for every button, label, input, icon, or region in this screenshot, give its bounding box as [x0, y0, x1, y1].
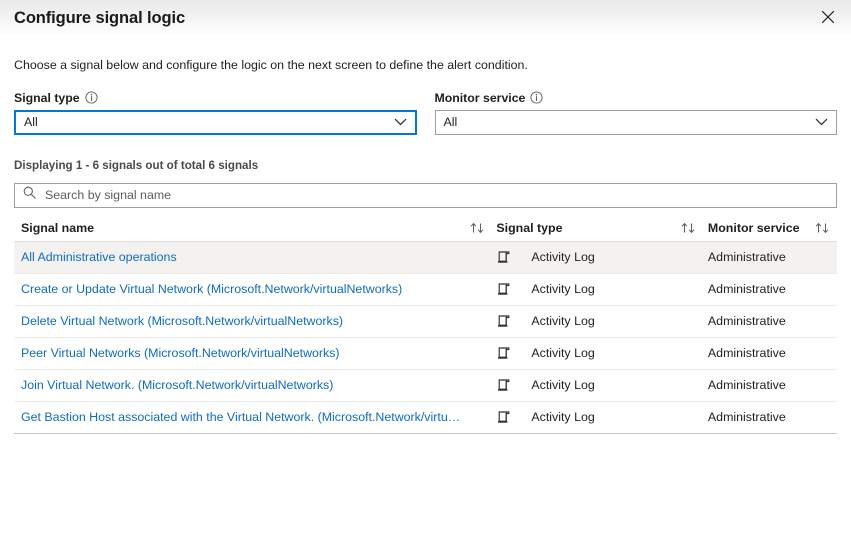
table-row[interactable]: Join Virtual Network. (Microsoft.Network… — [14, 370, 837, 402]
table-row[interactable]: Create or Update Virtual Network (Micros… — [14, 274, 837, 306]
monitor-service-cell: Administrative — [703, 282, 808, 296]
search-icon — [23, 186, 36, 204]
search-input[interactable] — [43, 187, 828, 204]
column-header-monitor-service[interactable]: Monitor service — [703, 221, 808, 235]
monitor-service-field: Monitor service All — [434, 90, 838, 135]
monitor-service-dropdown[interactable]: All — [434, 109, 837, 135]
table-row[interactable]: Peer Virtual Networks (Microsoft.Network… — [14, 338, 837, 370]
signal-type-cell: Activity Log — [492, 409, 674, 425]
signal-type-cell: Activity Log — [492, 281, 674, 297]
column-header-signal-name[interactable]: Signal name — [14, 221, 464, 235]
monitor-service-value: All — [443, 115, 458, 130]
signal-name-link[interactable]: All Administrative operations — [21, 250, 464, 264]
signal-name-cell: Get Bastion Host associated with the Vir… — [14, 410, 464, 424]
blade-body: Choose a signal below and configure the … — [0, 57, 851, 434]
signal-type-label: Signal type — [14, 90, 80, 105]
signal-type-field: Signal type All — [14, 90, 417, 135]
page-title: Configure signal logic — [14, 9, 186, 27]
info-icon[interactable] — [530, 91, 543, 104]
table-row[interactable]: Get Bastion Host associated with the Vir… — [14, 402, 837, 434]
signal-type-cell: Activity Log — [492, 377, 674, 393]
activity-log-icon — [496, 345, 512, 361]
signal-type-text: Activity Log — [531, 346, 595, 361]
signal-name-link[interactable]: Peer Virtual Networks (Microsoft.Network… — [21, 346, 464, 360]
signal-name-link[interactable]: Get Bastion Host associated with the Vir… — [21, 410, 464, 424]
signals-table: Signal name Signal type Monitor service … — [14, 216, 837, 434]
monitor-service-text: Administrative — [707, 314, 786, 329]
signal-name-cell: Join Virtual Network. (Microsoft.Network… — [14, 378, 464, 392]
search-box[interactable] — [14, 182, 837, 208]
signal-type-text: Activity Log — [531, 410, 595, 425]
sort-signal-name-button[interactable] — [464, 222, 493, 234]
signal-name-link[interactable]: Delete Virtual Network (Microsoft.Networ… — [21, 314, 464, 328]
signal-type-text: Activity Log — [531, 378, 595, 393]
monitor-service-text: Administrative — [707, 378, 786, 393]
sort-ascending-descending-icon — [814, 222, 832, 234]
monitor-service-cell: Administrative — [703, 250, 808, 264]
filter-row: Signal type All Monitor service All — [14, 90, 837, 135]
activity-log-icon — [496, 281, 512, 297]
activity-log-icon — [496, 409, 512, 425]
signal-name-link[interactable]: Join Virtual Network. (Microsoft.Network… — [21, 378, 464, 392]
sort-ascending-descending-icon — [469, 222, 487, 234]
close-button[interactable] — [813, 3, 843, 33]
monitor-service-text: Administrative — [707, 410, 786, 425]
intro-text: Choose a signal below and configure the … — [14, 58, 528, 72]
signal-type-cell: Activity Log — [492, 249, 674, 265]
table-row[interactable]: Delete Virtual Network (Microsoft.Networ… — [14, 306, 837, 338]
sort-signal-type-button[interactable] — [674, 222, 703, 234]
info-icon[interactable] — [85, 91, 98, 104]
sort-monitor-service-button[interactable] — [808, 222, 837, 234]
signal-name-cell: Create or Update Virtual Network (Micros… — [14, 282, 464, 296]
signal-name-cell: All Administrative operations — [14, 250, 464, 264]
column-header-signal-type[interactable]: Signal type — [492, 221, 674, 235]
signal-type-dropdown[interactable]: All — [14, 109, 417, 135]
signal-type-label-group: Signal type — [14, 90, 417, 106]
monitor-service-text: Administrative — [707, 282, 786, 297]
table-body: All Administrative operations Activity L… — [14, 241, 837, 434]
monitor-service-cell: Administrative — [703, 314, 808, 328]
signal-type-text: Activity Log — [531, 250, 595, 265]
monitor-service-cell: Administrative — [703, 346, 808, 360]
monitor-service-text: Administrative — [707, 250, 786, 265]
signal-type-text: Activity Log — [531, 314, 595, 329]
monitor-service-label: Monitor service — [434, 90, 526, 105]
close-icon — [821, 10, 835, 27]
signal-type-value: All — [24, 115, 38, 130]
blade-header: Configure signal logic — [0, 0, 851, 37]
table-row[interactable]: All Administrative operations Activity L… — [14, 241, 837, 274]
monitor-service-text: Administrative — [707, 346, 786, 361]
signal-type-cell: Activity Log — [492, 313, 674, 329]
table-header-row: Signal name Signal type Monitor service — [14, 216, 837, 242]
signal-type-text: Activity Log — [531, 282, 595, 297]
chevron-down-icon — [815, 118, 828, 127]
chevron-down-icon — [394, 118, 407, 127]
monitor-service-cell: Administrative — [703, 378, 808, 392]
signal-name-cell: Peer Virtual Networks (Microsoft.Network… — [14, 346, 464, 360]
activity-log-icon — [496, 313, 512, 329]
results-count-text: Displaying 1 - 6 signals out of total 6 … — [14, 158, 259, 172]
monitor-service-label-group: Monitor service — [435, 90, 838, 106]
sort-ascending-descending-icon — [680, 222, 698, 234]
signal-name-link[interactable]: Create or Update Virtual Network (Micros… — [21, 282, 464, 296]
signal-type-cell: Activity Log — [492, 345, 674, 361]
signal-name-cell: Delete Virtual Network (Microsoft.Networ… — [14, 314, 464, 328]
activity-log-icon — [496, 249, 512, 265]
monitor-service-cell: Administrative — [703, 410, 808, 424]
activity-log-icon — [496, 377, 512, 393]
